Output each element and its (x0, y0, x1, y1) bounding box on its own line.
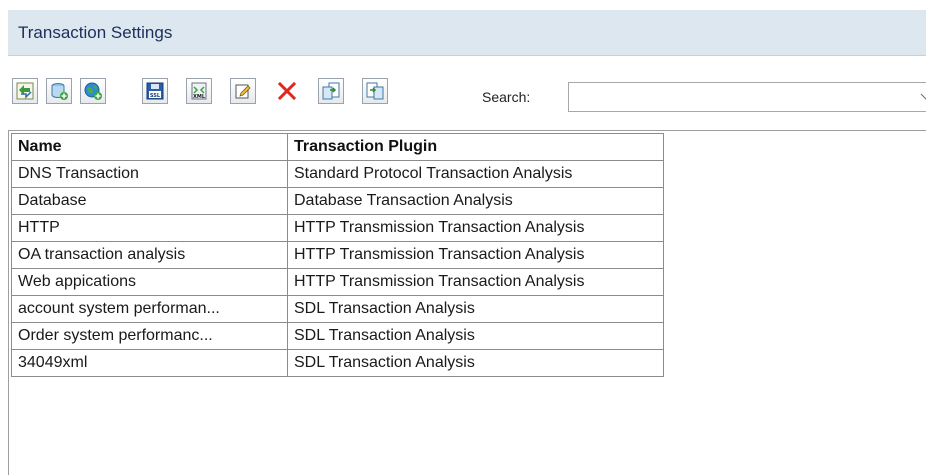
cell-plugin: HTTP Transmission Transaction Analysis (287, 268, 664, 296)
edit-icon (235, 84, 251, 99)
delete-icon (277, 81, 297, 101)
add-web-icon (84, 82, 102, 100)
table-header-row: Name Transaction Plugin (11, 133, 664, 161)
cell-name: Web appications (11, 268, 288, 296)
svg-text:SSL: SSL (150, 93, 161, 99)
search-input[interactable] (569, 83, 909, 111)
toolbar: SSL XML Search: (8, 72, 926, 116)
cell-name: 34049xml (11, 349, 288, 377)
cell-plugin: HTTP Transmission Transaction Analysis (287, 241, 664, 269)
export-button[interactable] (362, 78, 388, 104)
add-transaction-button[interactable] (12, 78, 38, 104)
cell-plugin: SDL Transaction Analysis (287, 322, 664, 350)
cell-name: Order system performanc... (11, 322, 288, 350)
edit-button[interactable] (230, 78, 256, 104)
table-row[interactable]: 34049xml SDL Transaction Analysis (11, 349, 664, 377)
xml-icon: XML (191, 82, 207, 100)
transaction-list: Name Transaction Plugin DNS Transaction … (8, 130, 926, 475)
import-icon (322, 82, 340, 100)
table-row[interactable]: DNS Transaction Standard Protocol Transa… (11, 160, 664, 188)
delete-button[interactable] (274, 78, 300, 104)
title-bar: Transaction Settings (8, 10, 926, 56)
cell-plugin: SDL Transaction Analysis (287, 349, 664, 377)
transaction-settings-panel: Transaction Settings SSL XML Search: Nam… (0, 0, 926, 475)
ssl-icon: SSL (146, 82, 164, 100)
search-combobox[interactable] (568, 82, 926, 112)
cell-name: DNS Transaction (11, 160, 288, 188)
add-transaction-icon (16, 82, 34, 100)
cell-name: OA transaction analysis (11, 241, 288, 269)
table-row[interactable]: HTTP HTTP Transmission Transaction Analy… (11, 214, 664, 242)
table-row[interactable]: OA transaction analysis HTTP Transmissio… (11, 241, 664, 269)
transaction-table: Name Transaction Plugin DNS Transaction … (11, 133, 664, 377)
xml-button[interactable]: XML (186, 78, 212, 104)
column-header-name[interactable]: Name (11, 133, 288, 161)
cell-plugin: HTTP Transmission Transaction Analysis (287, 214, 664, 242)
export-icon (366, 82, 384, 100)
add-database-icon (51, 83, 68, 100)
column-header-plugin[interactable]: Transaction Plugin (287, 133, 664, 161)
add-web-transaction-button[interactable] (80, 78, 106, 104)
cell-name: Database (11, 187, 288, 215)
cell-name: account system performan... (11, 295, 288, 323)
table-row[interactable]: Order system performanc... SDL Transacti… (11, 322, 664, 350)
page-title: Transaction Settings (18, 22, 173, 42)
search-label: Search: (482, 89, 531, 105)
import-button[interactable] (318, 78, 344, 104)
ssl-button[interactable]: SSL (142, 78, 168, 104)
svg-text:XML: XML (193, 94, 206, 100)
table-row[interactable]: Database Database Transaction Analysis (11, 187, 664, 215)
chevron-down-icon[interactable] (920, 93, 926, 101)
add-database-button[interactable] (46, 78, 72, 104)
cell-plugin: SDL Transaction Analysis (287, 295, 664, 323)
cell-name: HTTP (11, 214, 288, 242)
table-row[interactable]: Web appications HTTP Transmission Transa… (11, 268, 664, 296)
cell-plugin: Standard Protocol Transaction Analysis (287, 160, 664, 188)
cell-plugin: Database Transaction Analysis (287, 187, 664, 215)
table-row[interactable]: account system performan... SDL Transact… (11, 295, 664, 323)
